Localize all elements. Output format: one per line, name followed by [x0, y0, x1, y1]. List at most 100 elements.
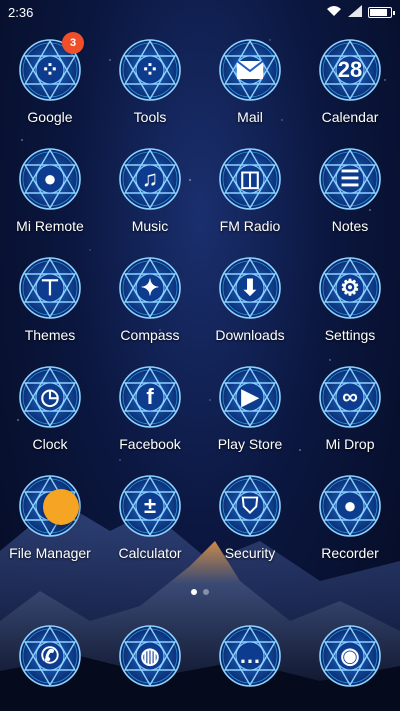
glyph: ◉: [340, 643, 360, 668]
page-dot[interactable]: [203, 589, 209, 595]
app-label: Settings: [324, 327, 376, 343]
dock: ✆ ◍ … ◉: [0, 624, 400, 688]
app-compass[interactable]: ✦ Compass: [104, 256, 196, 365]
app-label: Google: [27, 109, 73, 125]
glyph: ⚙: [340, 275, 360, 300]
app-calculator[interactable]: ± Calculator: [104, 474, 196, 583]
glyph: ●: [43, 166, 57, 191]
page-dot[interactable]: [191, 589, 197, 595]
glyph: …: [239, 643, 261, 668]
glyph: ▶: [241, 384, 259, 409]
microphone-icon: ●: [318, 474, 382, 538]
app-mi-drop[interactable]: ∞ Mi Drop: [304, 365, 396, 474]
facebook-icon: f: [118, 365, 182, 429]
remote-icon: ●: [18, 147, 82, 211]
app-label: Mi Remote: [16, 218, 84, 234]
glyph: ☰: [340, 166, 360, 191]
glyph: ✦: [140, 275, 160, 300]
glyph: ✆: [40, 643, 60, 668]
app-label: Recorder: [321, 545, 379, 561]
page-indicator: [0, 589, 400, 595]
app-security[interactable]: ⛉ Security: [204, 474, 296, 583]
app-label: Play Store: [217, 436, 283, 452]
clock-icon: ◷: [18, 365, 82, 429]
app-label: Calendar: [321, 109, 379, 125]
app-label: Security: [224, 545, 276, 561]
status-time: 2:36: [8, 4, 34, 20]
glyph: ◍: [140, 643, 160, 668]
glyph: ⁘: [140, 57, 160, 82]
app-label: Mail: [237, 109, 263, 125]
app-row: ● Mi Remote ♫ Music ◫ FM Radio ☰ Notes: [0, 147, 400, 256]
app-label: Themes: [24, 327, 76, 343]
glyph: ⊤: [40, 275, 60, 300]
app-camera[interactable]: ◉: [304, 624, 396, 688]
play-store-icon: ▶: [218, 365, 282, 429]
app-label: File Manager: [9, 545, 91, 561]
tools-folder-icon: ⁘: [118, 38, 182, 102]
glyph: ∞: [342, 384, 358, 409]
tshirt-icon: ⊤: [18, 256, 82, 320]
app-clock[interactable]: ◷ Clock: [4, 365, 96, 474]
compass-icon: ✦: [118, 256, 182, 320]
app-tools[interactable]: ⁘ Tools: [104, 38, 196, 147]
wifi-icon: [326, 5, 342, 20]
battery-icon: [368, 6, 395, 18]
app-fm-radio[interactable]: ◫ FM Radio: [204, 147, 296, 256]
app-facebook[interactable]: f Facebook: [104, 365, 196, 474]
signal-icon: [348, 4, 362, 20]
gear-icon: ⚙: [318, 256, 382, 320]
app-downloads[interactable]: ⬇ Downloads: [204, 256, 296, 365]
app-notes[interactable]: ☰ Notes: [304, 147, 396, 256]
app-label: Clock: [32, 436, 68, 452]
mail-icon: [218, 38, 282, 102]
radio-icon: ◫: [218, 147, 282, 211]
chat-icon: …: [218, 624, 282, 688]
app-label: Facebook: [119, 436, 181, 452]
phone-icon: ✆: [18, 624, 82, 688]
app-mi-remote[interactable]: ● Mi Remote: [4, 147, 96, 256]
notes-icon: ☰: [318, 147, 382, 211]
infinity-icon: ∞: [318, 365, 382, 429]
glyph: ●: [343, 493, 357, 518]
app-label: Mi Drop: [325, 436, 375, 452]
app-row: ◷ Clock f Facebook ▶ Play Store ∞ Mi Drop: [0, 365, 400, 474]
app-chat[interactable]: …: [204, 624, 296, 688]
app-row: ⁘ 3 Google ⁘ Tools Mail 28 Calendar: [0, 32, 400, 147]
glyph: ⁘: [40, 57, 60, 82]
app-recorder[interactable]: ● Recorder: [304, 474, 396, 583]
glyph: ◷: [40, 384, 60, 409]
app-settings[interactable]: ⚙ Settings: [304, 256, 396, 365]
app-label: Notes: [331, 218, 369, 234]
glyph: [235, 55, 265, 85]
app-themes[interactable]: ⊤ Themes: [4, 256, 96, 365]
app-label: Downloads: [215, 327, 285, 343]
glyph: ♫: [141, 166, 159, 191]
camera-icon: ◉: [318, 624, 382, 688]
calendar-icon: 28: [318, 38, 382, 102]
notification-badge: 3: [62, 32, 84, 54]
app-music[interactable]: ♫ Music: [104, 147, 196, 256]
globe-icon: ◍: [118, 624, 182, 688]
glyph: ±: [143, 493, 157, 518]
app-mail[interactable]: Mail: [204, 38, 296, 147]
music-icon: ♫: [118, 147, 182, 211]
glyph: ⛉: [241, 493, 259, 518]
download-icon: ⬇: [218, 256, 282, 320]
glyph: ⬇: [240, 275, 260, 300]
app-globe[interactable]: ◍: [104, 624, 196, 688]
status-bar: 2:36: [0, 0, 400, 24]
app-calendar[interactable]: 28 Calendar: [304, 38, 396, 147]
floating-assist-button[interactable]: [43, 489, 79, 525]
glyph: 28: [337, 57, 363, 82]
calculator-icon: ±: [118, 474, 182, 538]
app-phone[interactable]: ✆: [4, 624, 96, 688]
app-file-manager[interactable]: File Manager: [4, 474, 96, 583]
app-label: Tools: [133, 109, 167, 125]
glyph: f: [146, 384, 154, 409]
app-google[interactable]: ⁘ 3 Google: [4, 32, 96, 147]
app-label: Music: [131, 218, 169, 234]
glyph: ◫: [239, 166, 261, 191]
app-row: ⊤ Themes ✦ Compass ⬇ Downloads ⚙ Settings: [0, 256, 400, 365]
app-play-store[interactable]: ▶ Play Store: [204, 365, 296, 474]
